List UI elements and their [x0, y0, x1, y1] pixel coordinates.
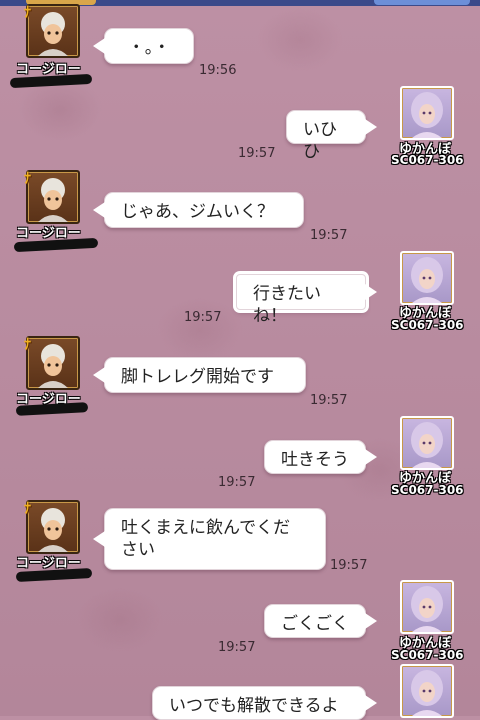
dancer-avatar-icon — [411, 422, 443, 468]
rank-badge-icon: ﾅ — [24, 337, 31, 353]
dancer-avatar-icon — [411, 92, 443, 138]
top-tab-right[interactable] — [374, 0, 470, 5]
message-text: 脚トレレグ開始です — [121, 367, 274, 387]
message-time: 19:57 — [238, 146, 276, 161]
message-bubble: いつでも解散できるよ — [152, 686, 377, 720]
self-avatar[interactable] — [400, 580, 454, 634]
message-text: いひひ — [303, 120, 337, 162]
self-avatar[interactable] — [400, 416, 454, 470]
message-bubble: 行きたいね！ — [236, 274, 377, 326]
self-avatar[interactable] — [400, 664, 454, 718]
partner-name: コージロー — [16, 226, 81, 241]
dancer-avatar-icon — [411, 586, 443, 632]
warrior-avatar-icon — [38, 508, 68, 552]
message-time: 19:56 — [199, 63, 237, 78]
self-id: SC067-306 — [391, 318, 464, 332]
self-id: SC067-306 — [391, 153, 464, 167]
message-bubble: ごくごく — [264, 604, 377, 638]
dancer-avatar-icon — [411, 257, 443, 303]
message-text: じゃあ、ジムいく？ — [121, 202, 274, 222]
self-avatar[interactable] — [400, 251, 454, 305]
warrior-avatar-icon — [38, 12, 68, 56]
rank-badge-icon: ﾅ — [24, 5, 31, 21]
message-time: 19:57 — [218, 475, 256, 490]
message-text: ・。・ — [127, 38, 171, 58]
self-id: SC067-306 — [391, 648, 464, 662]
message-time: 19:57 — [218, 640, 256, 655]
message-time: 19:57 — [310, 228, 348, 243]
message-bubble: 吐くまえに飲んでくだ さい — [93, 508, 326, 570]
message-bubble: じゃあ、ジムいく？ — [93, 192, 304, 228]
message-text: ごくごく — [281, 614, 349, 634]
message-bubble: ・。・ — [93, 28, 194, 64]
partner-avatar[interactable] — [26, 170, 80, 224]
message-bubble: 吐きそう — [264, 440, 377, 474]
dancer-avatar-icon — [411, 670, 443, 716]
warrior-avatar-icon — [38, 344, 68, 388]
message-text: いつでも解散できるよ — [169, 696, 339, 716]
message-text-line-1: 吐くまえに飲んでくだ — [121, 518, 291, 538]
message-bubble: いひひ — [286, 110, 377, 162]
warrior-avatar-icon — [38, 178, 68, 222]
message-time: 19:57 — [184, 310, 222, 325]
message-time: 19:57 — [310, 393, 348, 408]
partner-avatar[interactable] — [26, 4, 80, 58]
partner-avatar[interactable] — [26, 500, 80, 554]
message-text: 吐きそう — [281, 450, 349, 470]
rank-badge-icon: ﾅ — [24, 501, 31, 517]
rank-badge-icon: ﾅ — [24, 171, 31, 187]
message-text: 行きたいね！ — [253, 284, 321, 326]
message-text-line-2: さい — [121, 540, 155, 560]
partner-avatar[interactable] — [26, 336, 80, 390]
self-id: SC067-306 — [391, 483, 464, 497]
self-avatar[interactable] — [400, 86, 454, 140]
message-time: 19:57 — [330, 558, 368, 573]
message-bubble: 脚トレレグ開始です — [93, 357, 306, 393]
